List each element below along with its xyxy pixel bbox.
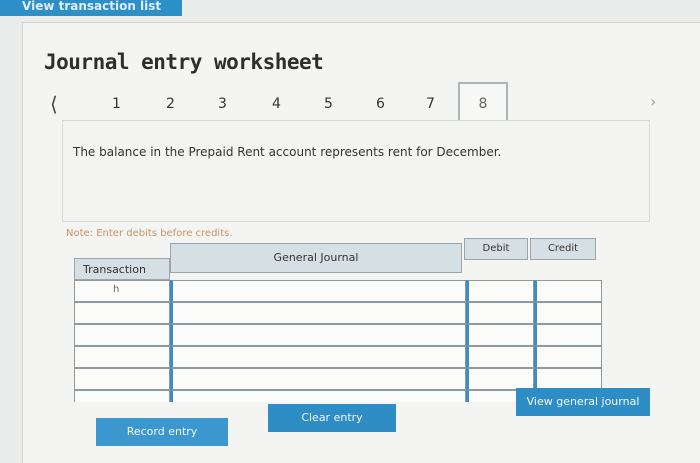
- header-transaction: Transaction: [74, 258, 170, 280]
- table-row: [74, 368, 602, 390]
- page-5[interactable]: 5: [324, 96, 333, 112]
- question-text: The balance in the Prepaid Rent account …: [73, 145, 502, 159]
- account-select[interactable]: [170, 346, 466, 368]
- credit-input[interactable]: [534, 280, 602, 302]
- chevron-left-icon[interactable]: ⟨: [50, 92, 58, 116]
- account-select[interactable]: [170, 302, 466, 324]
- transaction-cell: [74, 302, 170, 324]
- table-row: [74, 324, 602, 346]
- header-debit: Debit: [464, 238, 528, 260]
- page-2[interactable]: 2: [166, 96, 175, 112]
- transaction-cell: [74, 324, 170, 346]
- account-select[interactable]: [170, 324, 466, 346]
- page-title: Journal entry worksheet: [44, 50, 324, 74]
- transaction-cell: [74, 368, 170, 390]
- page-7[interactable]: 7: [426, 96, 435, 112]
- transaction-cell: h: [74, 280, 170, 302]
- table-row: [74, 346, 602, 368]
- journal-table: Debit Credit General Journal Transaction…: [74, 238, 604, 403]
- transaction-cell: [74, 390, 170, 402]
- credit-input[interactable]: [534, 346, 602, 368]
- question-box: The balance in the Prepaid Rent account …: [62, 120, 650, 222]
- account-select[interactable]: [170, 280, 466, 302]
- debit-input[interactable]: [466, 346, 534, 368]
- header-credit: Credit: [530, 238, 596, 260]
- page-3[interactable]: 3: [218, 96, 227, 112]
- table-row: [74, 302, 602, 324]
- view-general-journal-button[interactable]: View general journal: [516, 388, 650, 416]
- page-1[interactable]: 1: [112, 96, 121, 112]
- clear-entry-button[interactable]: Clear entry: [268, 404, 396, 432]
- debit-input[interactable]: [466, 302, 534, 324]
- credit-input[interactable]: [534, 368, 602, 390]
- debit-input[interactable]: [466, 280, 534, 302]
- debit-input[interactable]: [466, 324, 534, 346]
- debit-input[interactable]: [466, 368, 534, 390]
- transaction-cell: [74, 346, 170, 368]
- header-general-journal: General Journal: [170, 243, 462, 273]
- tab-label: View transaction list: [22, 0, 162, 13]
- table-row: h: [74, 280, 602, 302]
- chevron-right-icon[interactable]: ›: [650, 92, 656, 111]
- record-entry-button[interactable]: Record entry: [96, 418, 228, 446]
- credit-input[interactable]: [534, 302, 602, 324]
- credit-input[interactable]: [534, 324, 602, 346]
- account-select[interactable]: [170, 390, 466, 402]
- account-select[interactable]: [170, 368, 466, 390]
- page-6[interactable]: 6: [376, 96, 385, 112]
- page-4[interactable]: 4: [272, 96, 281, 112]
- view-transaction-list-tab[interactable]: View transaction list: [0, 0, 182, 16]
